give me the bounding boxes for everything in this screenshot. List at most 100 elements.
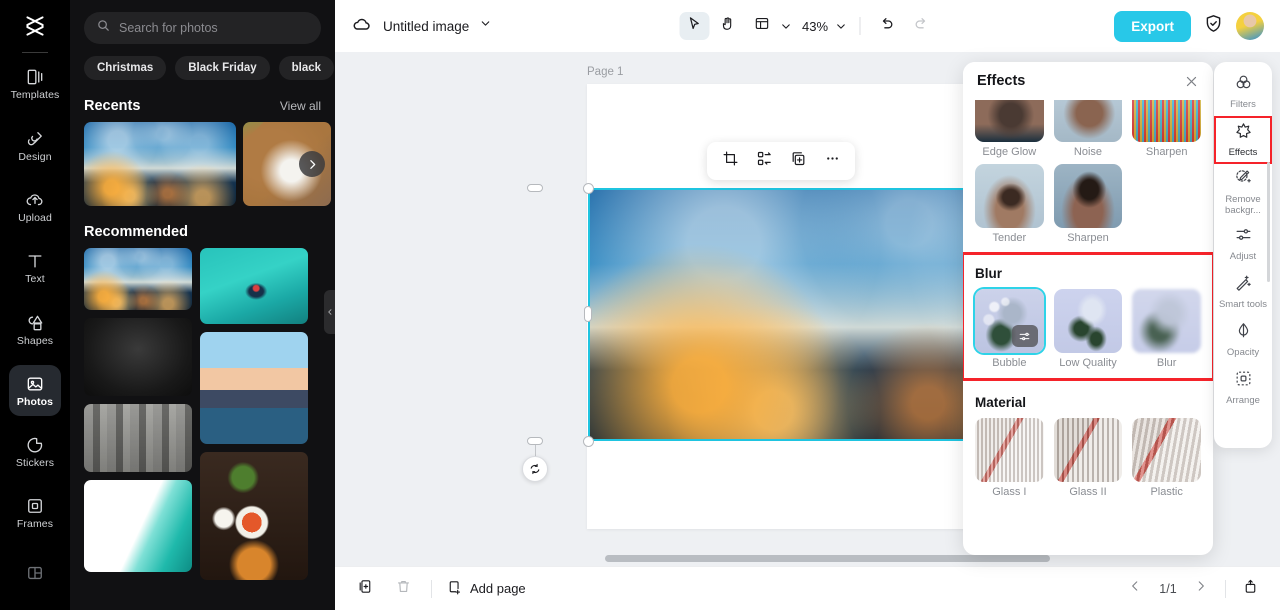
- undo-button[interactable]: [872, 12, 902, 40]
- layout-tool-button[interactable]: [747, 12, 777, 40]
- effect-card-blur[interactable]: Blur: [1132, 289, 1201, 369]
- add-page-button[interactable]: Add page: [446, 579, 526, 599]
- arrange-icon: [1234, 369, 1253, 393]
- sidebar-item-label: Upload: [18, 211, 52, 224]
- masonry-column-left: [84, 248, 192, 580]
- recommended-title: Recommended: [84, 224, 188, 240]
- photo-card-skyline[interactable]: [200, 332, 308, 444]
- effect-card-edge-glow[interactable]: Edge Glow: [975, 100, 1044, 158]
- more-options-button[interactable]: [817, 147, 847, 175]
- canvas-horizontal-scrollbar[interactable]: [605, 555, 1050, 562]
- chevron-down-icon[interactable]: [834, 20, 847, 33]
- cloud-save-icon[interactable]: [351, 13, 373, 40]
- effect-card-noise[interactable]: Noise: [1053, 100, 1123, 158]
- page-layout-icon: [753, 15, 770, 37]
- sidebar-item-text[interactable]: Text: [9, 242, 61, 293]
- tool-opacity[interactable]: Opacity: [1214, 316, 1272, 364]
- capcut-logo-icon[interactable]: [17, 8, 53, 44]
- effect-card-low-quality[interactable]: Low Quality: [1053, 289, 1123, 369]
- duplicate-page-button[interactable]: [351, 575, 379, 603]
- effect-card-sharpen-2[interactable]: Sharpen: [1053, 164, 1123, 244]
- close-icon[interactable]: [1184, 74, 1199, 89]
- photo-card-boat[interactable]: [200, 248, 308, 324]
- resize-handle-top-center[interactable]: [527, 184, 543, 192]
- sidebar-item-photos[interactable]: Photos: [9, 364, 61, 417]
- crop-icon: [722, 150, 739, 172]
- resize-handle-top-left[interactable]: [583, 183, 594, 194]
- effect-card-tender[interactable]: Tender: [975, 164, 1044, 244]
- select-tool-button[interactable]: [678, 12, 709, 40]
- effect-card-bubble[interactable]: Bubble: [975, 289, 1044, 369]
- photo-card-teal[interactable]: [84, 480, 192, 572]
- material-effects-grid: Glass I Glass II Plastic: [963, 418, 1213, 498]
- tool-filters[interactable]: Filters: [1214, 68, 1272, 116]
- zoom-level-value[interactable]: 43%: [796, 19, 830, 34]
- search-box[interactable]: [84, 12, 321, 44]
- tool-adjust[interactable]: Adjust: [1214, 220, 1272, 268]
- photos-panel: Christmas Black Friday black Recents Vie…: [70, 0, 335, 610]
- sidebar-item-upload[interactable]: Upload: [9, 181, 61, 232]
- tool-rail-scrollbar[interactable]: [1267, 162, 1270, 282]
- duplicate-page-icon: [357, 578, 374, 600]
- effect-card-sharpen-1[interactable]: Sharpen: [1132, 100, 1201, 158]
- duplicate-button[interactable]: [783, 147, 813, 175]
- sidebar-item-templates[interactable]: Templates: [9, 58, 61, 109]
- chevron-down-icon[interactable]: [479, 17, 492, 35]
- effect-card-glass-2[interactable]: Glass II: [1053, 418, 1123, 498]
- effect-label: Noise: [1073, 146, 1103, 158]
- search-input[interactable]: [119, 21, 309, 35]
- chip-black-friday[interactable]: Black Friday: [175, 56, 270, 80]
- tool-arrange[interactable]: Arrange: [1214, 364, 1272, 412]
- effects-panel-body[interactable]: Edge Glow Noise Sharpen Tender Sharpen B…: [963, 100, 1213, 555]
- sidebar-item-shapes[interactable]: Shapes: [9, 304, 61, 355]
- chip-black[interactable]: black: [278, 56, 335, 80]
- more-horizontal-icon: [824, 150, 841, 172]
- sliders-icon[interactable]: [1011, 325, 1038, 347]
- tool-remove-background[interactable]: Remove backgr...: [1214, 164, 1272, 220]
- recents-view-all-link[interactable]: View all: [280, 99, 321, 113]
- avatar[interactable]: [1236, 12, 1264, 40]
- photo-card-food[interactable]: [200, 452, 308, 580]
- delete-page-button[interactable]: [389, 575, 417, 603]
- resize-handle-left-middle[interactable]: [584, 306, 592, 322]
- replace-button[interactable]: [749, 147, 779, 175]
- rotate-handle[interactable]: [522, 456, 548, 482]
- photo-card-city[interactable]: [84, 248, 192, 310]
- recent-photo-city[interactable]: [84, 122, 236, 206]
- resize-handle-bottom-left[interactable]: [583, 436, 594, 447]
- sidebar-item-design[interactable]: Design: [9, 120, 61, 171]
- resize-handle-bottom-center[interactable]: [527, 437, 543, 445]
- tool-effects[interactable]: Effects: [1214, 116, 1272, 164]
- tool-smart-tools[interactable]: Smart tools: [1214, 268, 1272, 316]
- sidebar-item-layouts[interactable]: [9, 549, 61, 600]
- prev-page-button[interactable]: [1121, 575, 1149, 603]
- recents-title: Recents: [84, 98, 141, 114]
- material-section-title: Material: [975, 395, 1027, 410]
- tool-label: Opacity: [1226, 347, 1260, 359]
- chevron-left-icon[interactable]: [324, 290, 335, 334]
- photo-card-stones[interactable]: [84, 404, 192, 472]
- blur-section-title: Blur: [975, 266, 1002, 281]
- effect-label: Sharpen: [1145, 146, 1188, 158]
- hand-tool-button[interactable]: [713, 12, 743, 40]
- object-float-toolbar: [707, 142, 855, 180]
- adjust-sliders-icon: [1234, 225, 1253, 249]
- photo-card-chalkboard[interactable]: [84, 318, 192, 396]
- export-bottom-button[interactable]: [1236, 575, 1264, 603]
- shield-check-icon[interactable]: [1203, 13, 1224, 39]
- filters-icon: [1234, 73, 1253, 97]
- effect-card-plastic[interactable]: Plastic: [1132, 418, 1201, 498]
- crop-button[interactable]: [715, 147, 745, 175]
- export-button[interactable]: Export: [1114, 10, 1191, 42]
- sidebar-item-stickers[interactable]: Stickers: [9, 426, 61, 477]
- chevron-down-icon[interactable]: [779, 20, 792, 33]
- chevron-right-icon[interactable]: [299, 151, 325, 177]
- effect-card-glass-1[interactable]: Glass I: [975, 418, 1044, 498]
- next-page-button[interactable]: [1187, 575, 1215, 603]
- redo-button[interactable]: [906, 12, 936, 40]
- material-section: Material Glass I Glass II Plastic: [963, 383, 1213, 498]
- sidebar-item-frames[interactable]: Frames: [9, 487, 61, 538]
- effect-label: Glass I: [992, 486, 1027, 498]
- document-title[interactable]: Untitled image: [383, 19, 469, 34]
- chip-christmas[interactable]: Christmas: [84, 56, 167, 80]
